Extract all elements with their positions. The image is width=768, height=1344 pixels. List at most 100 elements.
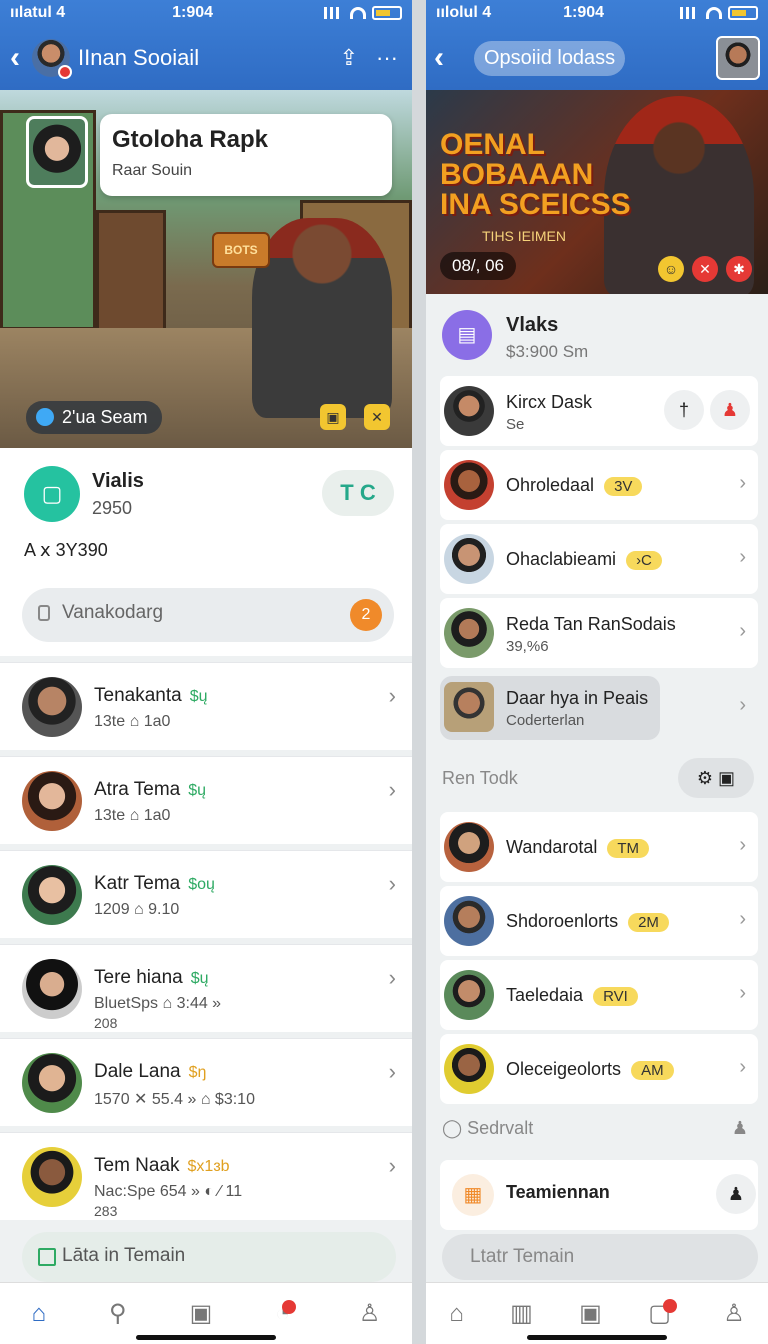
list-item-name-wrap: Tem Naak $x1ɜb	[94, 1155, 230, 1177]
chevron-right-icon: ›	[739, 620, 746, 642]
group-count: 2950	[92, 498, 133, 518]
gift-icon[interactable]: ▣	[320, 404, 346, 430]
list-item-name: Wandarotal	[506, 837, 598, 857]
list-item-name-wrap: Wandarotal TM	[506, 837, 650, 858]
profile-icon[interactable]: ♙	[723, 1299, 745, 1328]
chevron-right-icon: ›	[739, 908, 746, 930]
group-subtitle: $3:900 Sm	[506, 342, 589, 361]
list-item[interactable]: Ohroledaal 3V ›	[440, 450, 758, 520]
list-item-name: Tere hiana	[94, 967, 183, 988]
home-indicator	[527, 1335, 667, 1340]
section-header-sedrvalt: ◯ Sedrvalt ♟	[442, 1118, 748, 1139]
list-item-name-wrap: Tere hiana $ų	[94, 967, 209, 989]
list-item[interactable]: Oleceigeolorts AM ›	[440, 1034, 758, 1104]
chevron-right-icon: ›	[739, 472, 746, 494]
tool-icon[interactable]: ✕	[692, 256, 718, 282]
hero-title: OENAL BOBAAAN INA SCEICSS	[440, 130, 631, 220]
list-item-name-wrap: Dale Lana $ŋ	[94, 1061, 206, 1083]
group-action-button[interactable]: T C	[322, 470, 394, 516]
list-item[interactable]: Kircx Dask Se † ♟	[440, 376, 758, 446]
group-meta: A ⅹ 3Y390	[24, 540, 108, 560]
home-icon[interactable]: ⌂	[449, 1300, 464, 1328]
avatar[interactable]	[716, 36, 760, 80]
list-item-name: Kircx Dask	[506, 392, 593, 412]
list-item-tag: $oų	[188, 876, 215, 893]
top-bar: ıılatul 4 1:904 ‹ IInan Sooiail ⇪ ···	[0, 0, 412, 90]
list-item[interactable]: Tenakanta $ų 13te ⌂ 1a0 ›	[0, 662, 412, 750]
notifications-icon[interactable]: ▢	[648, 1299, 677, 1328]
list-item-name: Ohaclabieami	[506, 549, 617, 569]
back-icon[interactable]: ‹	[434, 41, 474, 75]
section-label: Ren Todk	[442, 768, 518, 788]
list-team-button[interactable]: Lāta in Temain	[22, 1232, 396, 1282]
list-item[interactable]: Shdoroenlorts 2M ›	[440, 886, 758, 956]
avatar	[444, 534, 494, 584]
emoji-icon[interactable]: ☺	[658, 256, 684, 282]
list-item[interactable]: Atra Tema $ų 13te ⌂ 1a0 ›	[0, 756, 412, 844]
clock: 1:904	[172, 4, 214, 21]
bookmark-icon[interactable]: ▣	[579, 1299, 602, 1328]
search-icon[interactable]: ⚲	[109, 1299, 127, 1328]
top-bar: ıılolul 4 1:904 ‹ Opsoiid lodass	[426, 0, 768, 90]
level-badge: RVI	[593, 987, 638, 1006]
level-badge: TM	[607, 839, 650, 858]
lock-icon	[38, 605, 50, 621]
group-name: Vialis	[92, 470, 144, 492]
user-icon[interactable]: ♟	[716, 1174, 756, 1214]
list-item[interactable]: Dale Lana $ŋ 1570 ✕ 55.4 » ⌂ $3:10 ›	[0, 1038, 412, 1126]
home-icon[interactable]: ⌂	[32, 1300, 47, 1328]
list-item-name-wrap: Ohroledaal 3V	[506, 475, 643, 496]
pin-icon[interactable]: †	[664, 390, 704, 430]
list-item[interactable]: Wandarotal TM ›	[440, 812, 758, 882]
featured-card[interactable]: Gtoloha Rapk Raar Souin	[100, 114, 392, 196]
settings-icon[interactable]: ⚙ ▣	[678, 758, 754, 798]
list-item[interactable]: Daar hya in Peais Coderterlan ›	[440, 672, 758, 742]
page-title[interactable]: Opsoiid lodass	[474, 40, 626, 76]
list-item[interactable]: Reda Tan RanSodais 39,%6 ›	[440, 598, 758, 668]
back-icon[interactable]: ‹	[10, 41, 32, 75]
chevron-right-icon: ›	[388, 965, 396, 990]
page-title: IInan Sooiail	[78, 45, 200, 70]
hero-banner[interactable]: Gtoloha Rapk Raar Souin BOTS 2'ua Seam ▣…	[0, 90, 412, 448]
list-item[interactable]: Tem Naak $x1ɜb Nac:Spe 654 » ◐ ⁄ 11 283 ›	[0, 1132, 412, 1220]
notifications-icon[interactable]: ◔	[275, 1299, 296, 1328]
nav-row: ‹ Opsoiid lodass	[434, 36, 760, 80]
avatar[interactable]	[32, 39, 72, 79]
notification-dot	[662, 1299, 677, 1313]
hero-banner[interactable]: OENAL BOBAAAN INA SCEICSS TIHS IEIMEN 08…	[426, 90, 768, 294]
chevron-right-icon: ›	[739, 546, 746, 568]
chevron-right-icon: ›	[388, 1059, 396, 1084]
avatar	[444, 896, 494, 946]
list-item[interactable]: Taeledaia RVI ›	[440, 960, 758, 1030]
group-name: Vlaks	[506, 314, 559, 336]
list-item-sub: 39,%6	[506, 638, 549, 655]
user-icon[interactable]: ♟	[710, 390, 750, 430]
level-badge: 3V	[604, 477, 643, 496]
card-subtitle: Raar Souin	[112, 162, 193, 179]
close-icon[interactable]: ✕	[364, 404, 390, 430]
list-item[interactable]: Tere hiana $ų BluetSps ⌂ 3:44 » 208 ›	[0, 944, 412, 1032]
battery-icon	[371, 6, 402, 20]
grid-icon: ▦	[452, 1174, 494, 1216]
list-item[interactable]: Katr Tema $oų 1209 ⌂ 9.10 ›	[0, 850, 412, 938]
profile-portrait[interactable]	[26, 116, 88, 188]
list-team-button[interactable]: Ltatr Temain	[442, 1234, 758, 1280]
share-icon[interactable]: ⇪	[340, 45, 358, 71]
notification-badge[interactable]: 2	[350, 599, 382, 631]
book-icon[interactable]: ▥	[510, 1299, 533, 1328]
person-icon[interactable]: ♟	[732, 1118, 748, 1139]
bookmark-icon[interactable]: ▣	[190, 1299, 213, 1328]
settings-icon[interactable]: ✱	[726, 256, 752, 282]
list-item-name: Daar hya in Peais	[506, 688, 649, 708]
hero-pill[interactable]: 2'ua Seam	[26, 401, 162, 434]
list-item-name: Taeledaia	[506, 985, 584, 1005]
profile-icon[interactable]: ♙	[359, 1299, 381, 1328]
search-input[interactable]: Vanakodarg 2	[22, 588, 394, 642]
hero-pill[interactable]: 08/, 06	[440, 252, 516, 280]
list-item[interactable]: Ohaclabieami ›C ›	[440, 524, 758, 594]
more-icon[interactable]: ···	[376, 45, 398, 71]
group-card: ▢ Vialis 2950 T C A ⅹ 3Y390 Vanakodarg 2	[0, 448, 412, 656]
hero-title-line: OENAL	[440, 128, 545, 161]
team-row[interactable]: ▦ Teamiennan ♟	[440, 1160, 758, 1230]
list-item-name-wrap: Oleceigeolorts AM	[506, 1059, 674, 1080]
